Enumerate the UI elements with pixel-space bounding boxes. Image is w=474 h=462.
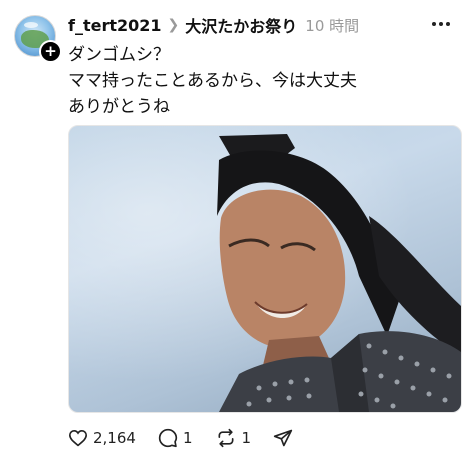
share-button[interactable] xyxy=(273,428,298,448)
post-image[interactable] xyxy=(68,125,462,413)
post-timestamp: 10 時間 xyxy=(305,16,360,35)
chevron-right-icon: ❯ xyxy=(167,17,180,33)
post-header: f_tert2021 ❯ 大沢たかお祭り 10 時間 xyxy=(68,13,434,37)
heart-icon xyxy=(68,429,88,447)
reply-button[interactable]: 1 xyxy=(158,428,193,448)
like-count: 2,164 xyxy=(93,429,136,447)
post-actions: 2,164 1 1 xyxy=(68,426,320,450)
repost-count: 1 xyxy=(241,429,252,447)
community-link[interactable]: 大沢たかお祭り xyxy=(185,13,297,37)
more-options-icon[interactable] xyxy=(430,14,452,34)
post-text-line: ダンゴムシ？ xyxy=(68,45,170,65)
like-button[interactable]: 2,164 xyxy=(68,429,136,447)
comment-icon xyxy=(158,428,178,448)
reply-count: 1 xyxy=(182,429,193,447)
post-body: ダンゴムシ？ ママ持ったことあるから、今は大丈夫 ありがとうね xyxy=(68,42,458,120)
repost-icon xyxy=(218,428,233,448)
send-icon xyxy=(273,429,293,447)
follow-plus-icon[interactable]: + xyxy=(39,40,62,63)
warrior-portrait-image xyxy=(217,134,461,412)
repost-button[interactable]: 1 xyxy=(215,428,252,448)
username-link[interactable]: f_tert2021 xyxy=(68,16,162,35)
post-text-line: ママ持ったことあるから、今は大丈夫 xyxy=(68,71,357,91)
post-text-line: ありがとうね xyxy=(68,97,170,117)
